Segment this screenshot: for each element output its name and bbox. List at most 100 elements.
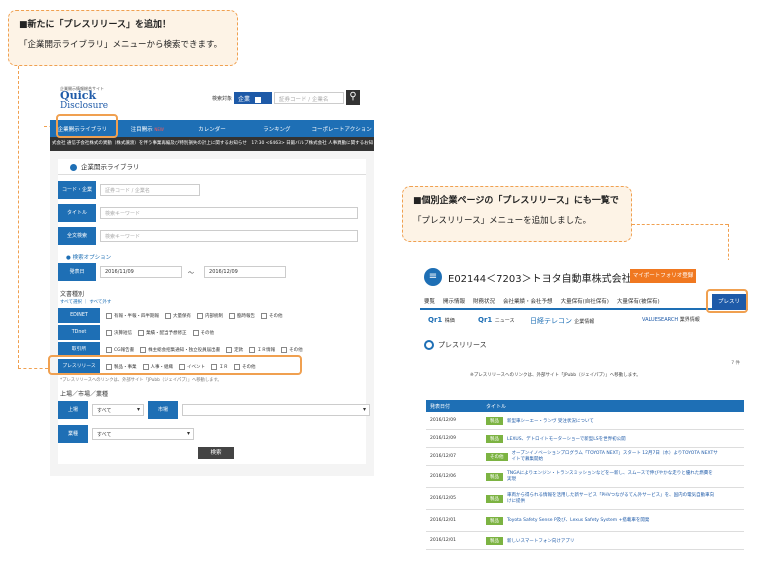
search-button[interactable]: 検索 (198, 447, 234, 459)
checkbox-label: その他 (200, 330, 215, 336)
fulltext-input[interactable]: 検索キーワード (100, 230, 358, 242)
section-title: プレスリリース (438, 341, 487, 349)
industry-select[interactable]: すべて (92, 428, 194, 440)
table-row[interactable]: 2016/12/07 その他 オープンイノベーションプログラム「TOYOTA NEX… (426, 448, 744, 466)
checkbox-label: その他 (269, 313, 283, 319)
press-release-table: 発表日付 タイトル 2016/12/09 製品 新型車シーエー・ランヴ 受注状況につい… (426, 400, 744, 550)
logo-quick[interactable]: Quick (60, 90, 96, 101)
panel-title-text: 企業開示ライブラリ (81, 163, 140, 171)
checkbox[interactable] (226, 346, 233, 353)
category-badge: 製品 (486, 494, 503, 503)
checkbox[interactable] (249, 346, 256, 353)
checkbox-label: 内部統制 (205, 313, 223, 319)
checkbox[interactable] (165, 312, 171, 319)
field-label: タイトル (58, 204, 96, 222)
field-row-title: タイトル 検索キーワード (58, 204, 358, 222)
company-input[interactable]: 証券コード / 企業名 (100, 184, 200, 196)
qr1-stock-label: 株価 (444, 318, 455, 324)
menu-icon[interactable]: ≡ (424, 268, 442, 286)
checkbox[interactable] (106, 346, 112, 353)
search-target-value: 企業 (238, 96, 251, 103)
qr1-stock-logo[interactable]: Qr1 株価 (428, 316, 455, 324)
market-label: 市場 (148, 401, 178, 419)
tab-disclosure[interactable]: 開示情報 (439, 297, 469, 305)
tab-overview[interactable]: 要覧 (420, 297, 439, 305)
valuesearch-label: 業界情報 (679, 317, 700, 323)
partner-logos: Qr1 株価 Qr1 ニュース 日経テレコン 企業情報 VALUESEARCH … (420, 310, 748, 334)
row-title-link[interactable]: TNGAによりエンジン・トランスミッションなどを一新し、スムースで伸びやかな走り… (507, 471, 717, 483)
search-target-select[interactable]: 企業 (234, 92, 272, 104)
press-release-note: *プレスリリースへのリンクは、外部サイト「JPubb（ジェイパブ）」へ移動します… (60, 378, 222, 383)
market-row: 上場 すべて 市場 (58, 401, 370, 419)
table-row[interactable]: 2016/12/01 製品 新しいスマートフォン向けアプリ (426, 532, 744, 550)
row-title-link[interactable]: オープンイノベーションプログラム「TOYOTA NEXT」スタート 12月7日（… (512, 451, 722, 463)
press-release-section: プレスリリース (420, 334, 748, 356)
nav-corporate-action[interactable]: コーポレートアクション (309, 125, 374, 133)
highlight-press-release-row (48, 355, 302, 375)
nikkei-label: 企業情報 (574, 319, 595, 325)
table-row[interactable]: 2016/12/05 製品 車両から得られる情報を活用した新サービス「PHVつながる… (426, 488, 744, 510)
portfolio-button[interactable]: マイポートフォリオ登録 (630, 269, 696, 283)
tab-holding-own[interactable]: 大量保有(自社保有) (557, 297, 613, 305)
nav-featured-label: 注目開示 (130, 126, 153, 133)
callout-right-heading: ■個別企業ページの「プレスリリース」にも一覧で (413, 196, 619, 206)
search-icon[interactable]: ⚲ (346, 90, 360, 105)
field-row-fulltext: 全文検索 検索キーワード (58, 227, 358, 245)
checkbox[interactable] (106, 312, 112, 319)
row-title-link[interactable]: 車両から得られる情報を活用した新サービス「PHVつながるてん外サービス」を、国内… (507, 493, 717, 505)
row-date: 2016/12/01 (430, 538, 456, 543)
checkbox[interactable] (192, 329, 199, 336)
search-options-link[interactable]: ● 検索オプション (66, 253, 111, 261)
qr1-news-logo[interactable]: Qr1 ニュース (478, 316, 514, 324)
nav-ranking[interactable]: ランキング (244, 125, 309, 133)
external-link-note: ※プレスリリースへのリンクは、外部サイト「JPubb（ジェイパブ）」へ移動します… (470, 373, 641, 378)
valuesearch-logo[interactable]: VALUESEARCH 業界情報 (642, 316, 700, 323)
table-row[interactable]: 2016/12/09 製品 新型車シーエー・ランヴ 受注状況について (426, 412, 744, 430)
table-row[interactable]: 2016/12/01 製品 Toyota Safety Sense P及び、Lexu… (426, 510, 744, 532)
nav-calendar[interactable]: カレンダー (180, 125, 245, 133)
market-title: 上場／市場／業種 (60, 391, 109, 398)
checkbox[interactable] (197, 312, 203, 319)
table-row[interactable]: 2016/12/06 製品 TNGAによりエンジン・トランスミッションなどを一新し、… (426, 466, 744, 488)
checkbox-label: 株主総会招集通知・独立役員届出書 (148, 347, 221, 353)
title-input[interactable]: 検索キーワード (100, 207, 358, 219)
company-header: ≡ E02144＜7203＞トヨタ自動車株式会社 マイポートフォリオ登録 (420, 260, 748, 294)
logo-disclosure[interactable]: Disclosure (60, 101, 108, 111)
checkbox[interactable] (140, 346, 147, 353)
tab-holding-held[interactable]: 大量保有(被保有) (613, 297, 664, 305)
tab-performance[interactable]: 会社業績・会社予想 (499, 297, 557, 305)
doc-row-edinet: EDINET 有報・半報・四半期報 大量保有 内部統制 臨時報告 その他 (58, 308, 283, 323)
row-title-link[interactable]: 新しいスマートフォン向けアプリ (507, 538, 574, 544)
checkbox[interactable] (229, 312, 235, 319)
checkbox[interactable] (261, 312, 267, 319)
nikkei-logo-text: 日経テレコン (530, 317, 572, 325)
circle-icon (70, 163, 77, 171)
market-select[interactable] (182, 404, 370, 416)
checkbox[interactable] (138, 329, 144, 336)
row-title-link[interactable]: LEXUS、デトロイトモーターショーで新型LSを世界初公開 (507, 436, 626, 442)
qr1-logo-text: Qr1 (428, 316, 443, 324)
nikkei-telecom-logo[interactable]: 日経テレコン 企業情報 (530, 316, 594, 326)
date-to-input[interactable]: 2016/12/09 (204, 266, 287, 278)
date-row: 発表日 2016/11/09 〜 2016/12/09 (58, 263, 287, 281)
company-page-screenshot: ≡ E02144＜7203＞トヨタ自動車株式会社 マイポートフォリオ登録 要覧 … (420, 260, 748, 550)
callout-left: ■新たに「プレスリリース」を追加！ 「企業開示ライブラリ」メニューから検索できま… (8, 10, 238, 66)
table-row[interactable]: 2016/12/09 製品 LEXUS、デトロイトモーターショーで新型LSを世界初公… (426, 430, 744, 448)
select-all-links[interactable]: すべて選択 ｜ すべて外す (60, 299, 111, 305)
qr1-news-label: ニュース (494, 318, 515, 324)
date-from-input[interactable]: 2016/11/09 (100, 266, 182, 278)
header-search-input[interactable]: 証券コード / 企業名 (274, 92, 344, 104)
news-ticker[interactable]: 式会社 通信子会社株式の異動（株式譲渡）を伴う事業再編及び特別損失の計上に関する… (50, 137, 374, 151)
connector-line (632, 224, 728, 225)
row-date: 2016/12/09 (430, 418, 456, 423)
tab-financial[interactable]: 財務状況 (469, 297, 499, 305)
checkbox[interactable] (106, 329, 112, 336)
row-title-link[interactable]: 新型車シーエー・ランヴ 受注状況について (507, 418, 594, 424)
date-label: 発表日 (58, 263, 96, 281)
col-title: タイトル (486, 403, 507, 410)
checkbox[interactable] (281, 346, 288, 353)
row-title-link[interactable]: Toyota Safety Sense P及び、Lexus Safety Sys… (507, 518, 717, 524)
category-badge: 製品 (486, 536, 503, 545)
nav-featured[interactable]: 注目開示 NEW (115, 125, 180, 133)
listing-select[interactable]: すべて (92, 404, 144, 416)
